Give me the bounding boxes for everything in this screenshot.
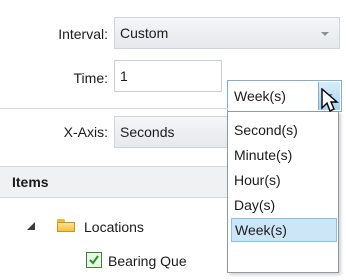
mouse-pointer-icon bbox=[321, 88, 339, 112]
tree-node-label: Locations bbox=[84, 219, 144, 235]
dropdown-option-days[interactable]: Day(s) bbox=[231, 193, 337, 217]
xaxis-label: X-Axis: bbox=[63, 124, 108, 140]
chevron-down-icon bbox=[321, 32, 329, 36]
items-title: Items bbox=[12, 174, 49, 190]
interval-label: Interval: bbox=[58, 26, 108, 42]
time-label: Time: bbox=[73, 70, 108, 86]
tree-node-label: Bearing Que bbox=[108, 253, 187, 269]
time-value: 1 bbox=[120, 68, 128, 84]
dropdown-option-seconds[interactable]: Second(s) bbox=[231, 118, 337, 142]
dropdown-option-minutes[interactable]: Minute(s) bbox=[231, 143, 337, 167]
folder-icon bbox=[57, 219, 75, 232]
dropdown-option-weeks[interactable]: Week(s) bbox=[231, 218, 337, 242]
time-value-input[interactable]: 1 bbox=[114, 60, 222, 92]
xaxis-value: Seconds bbox=[120, 124, 175, 140]
dropdown-option-hours[interactable]: Hour(s) bbox=[231, 168, 337, 192]
checkbox-checked-icon[interactable] bbox=[86, 252, 102, 268]
xaxis-combobox[interactable]: Seconds bbox=[114, 116, 230, 148]
expand-triangle-icon[interactable] bbox=[27, 222, 35, 230]
time-unit-dropdown-list: Second(s) Minute(s) Hour(s) Day(s) Week(… bbox=[227, 111, 339, 273]
items-section-header: Items bbox=[0, 166, 240, 198]
time-unit-value: Week(s) bbox=[234, 88, 286, 104]
interval-value: Custom bbox=[120, 25, 169, 41]
interval-combobox[interactable]: Custom bbox=[114, 17, 340, 49]
divider bbox=[0, 108, 228, 109]
chart-settings-panel: Interval: Custom Time: 1 Week(s) X-Axis:… bbox=[0, 0, 346, 280]
